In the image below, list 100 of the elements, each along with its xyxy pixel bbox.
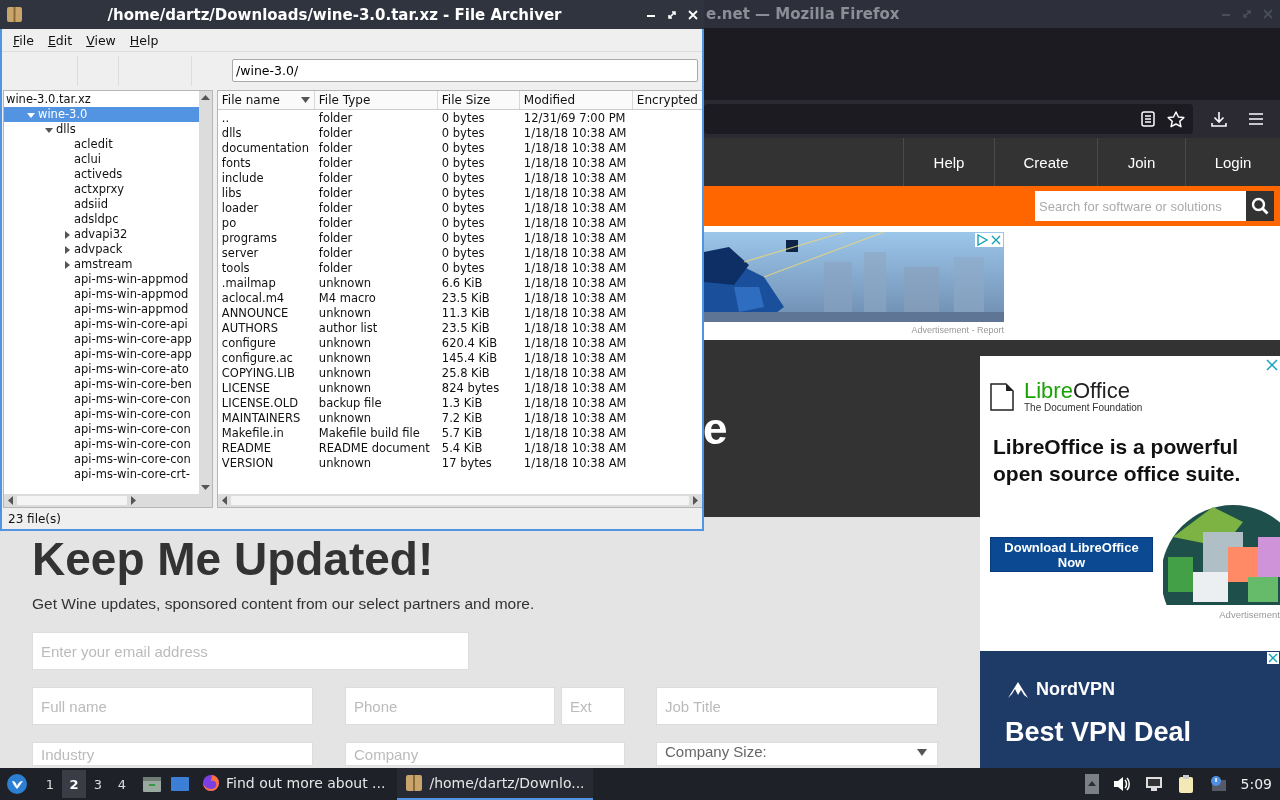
tree-item[interactable]: actxprxy — [4, 182, 199, 197]
tree-item[interactable]: activeds — [4, 167, 199, 182]
table-cell-text: author list — [317, 321, 379, 336]
scroll-right-icon[interactable] — [693, 496, 699, 505]
tree-item[interactable]: api-ms-win-appmod — [4, 302, 199, 317]
tree-item[interactable]: api-ms-win-core-con — [4, 422, 199, 437]
tree-item[interactable]: api-ms-win-core-crt- — [4, 467, 199, 482]
tree-item[interactable]: api-ms-win-core-con — [4, 392, 199, 407]
input-field[interactable]: Company — [345, 742, 625, 766]
table-cell-text: folder — [317, 261, 354, 276]
table-cell-text: loader — [220, 201, 260, 216]
tree-item[interactable]: api-ms-win-core-con — [4, 407, 199, 422]
tree-item[interactable]: advapi32 — [4, 227, 199, 242]
table-cell-text: tools — [220, 261, 251, 276]
column-header[interactable]: Modified — [519, 91, 633, 109]
brand-logo-text: NordVPN — [1036, 679, 1115, 700]
workspace-button[interactable]: 2 — [62, 770, 86, 798]
scroll-left-icon[interactable] — [220, 496, 227, 505]
table-cell-text: unknown — [317, 306, 373, 321]
column-header[interactable]: Encrypted — [632, 91, 702, 109]
menu-item[interactable]: View — [79, 32, 123, 48]
workspace-button[interactable]: 1 — [38, 770, 62, 798]
search-field[interactable]: Search for software or solutions — [1035, 191, 1246, 221]
search-button[interactable] — [1246, 191, 1274, 221]
input-field[interactable]: Job Title — [656, 687, 938, 725]
scrollbar[interactable] — [217, 494, 702, 507]
expander-icon[interactable] — [45, 125, 53, 134]
table-cell-text: server — [220, 246, 260, 261]
input-field[interactable]: Phone — [345, 687, 555, 725]
table-cell-text: configure — [220, 336, 277, 351]
menu-icon[interactable] — [1248, 112, 1264, 126]
expander-icon[interactable] — [63, 245, 71, 254]
scrollbar[interactable] — [198, 91, 212, 494]
clock: 5:09 — [1240, 776, 1272, 792]
table-cell-text: folder — [317, 231, 354, 246]
tray-expand-icon[interactable] — [1084, 774, 1099, 794]
tree-item[interactable]: advpack — [4, 242, 199, 257]
column-header[interactable]: File Type — [314, 91, 438, 109]
input-field[interactable]: Full name — [32, 687, 313, 725]
tree-item[interactable]: wine-3.0.tar.xz — [4, 92, 199, 107]
tree-item[interactable]: aclui — [4, 152, 199, 167]
tree-item[interactable]: adsldpc — [4, 212, 199, 227]
desktop-icon[interactable] — [170, 775, 190, 793]
table-cell-text: M4 macro — [317, 291, 377, 306]
sort-caret-icon[interactable] — [300, 97, 310, 103]
workspace-button[interactable]: 3 — [86, 770, 110, 798]
expander-icon[interactable] — [63, 230, 71, 239]
table-cell-text: 7.2 KiB — [440, 411, 484, 426]
tree-item[interactable]: api-ms-win-core-con — [4, 437, 199, 452]
download-button[interactable]: Download LibreOffice Now — [990, 537, 1153, 572]
menu-item[interactable]: File — [6, 32, 41, 48]
tree-item[interactable]: amstream — [4, 257, 199, 272]
dropdown[interactable]: Company Size: — [656, 742, 938, 766]
tree-item[interactable]: api-ms-win-appmod — [4, 272, 199, 287]
tree-item[interactable]: api-ms-win-core-con — [4, 452, 199, 467]
download-icon[interactable] — [1211, 110, 1227, 128]
tree-item[interactable]: api-ms-win-core-ato — [4, 362, 199, 377]
table-cell-text: 5.4 KiB — [440, 441, 484, 456]
table-cell-text: README document — [317, 441, 431, 456]
menu-item[interactable]: Edit — [40, 32, 80, 48]
tree-item[interactable]: acledit — [4, 137, 199, 152]
tree-item[interactable]: adsiid — [4, 197, 199, 212]
input-field[interactable]: Ext — [561, 687, 625, 725]
scrollbar[interactable] — [4, 494, 199, 507]
scroll-down-icon[interactable] — [200, 485, 210, 491]
tree-item[interactable]: api-ms-win-appmod — [4, 287, 199, 302]
expander-icon[interactable] — [27, 110, 35, 119]
workspace-button[interactable]: 4 — [110, 770, 134, 798]
tree-item[interactable]: api-ms-win-core-app — [4, 347, 199, 362]
scroll-right-icon[interactable] — [131, 496, 137, 505]
path-field[interactable]: /wine-3.0/ — [232, 59, 698, 82]
menu-item[interactable]: Help — [122, 32, 166, 48]
expander-icon[interactable] — [63, 260, 71, 269]
file-manager-icon[interactable] — [142, 775, 162, 793]
tree-item[interactable]: dlls — [4, 122, 199, 137]
ad-choices-icon[interactable] — [975, 233, 989, 247]
column-header[interactable]: File name — [217, 91, 315, 109]
input-field[interactable]: Enter your email address — [32, 632, 469, 670]
table-cell-text: 0 bytes — [440, 261, 486, 276]
bookmark-star-icon[interactable] — [1167, 110, 1185, 128]
taskbar-task[interactable]: Find out more about ... — [194, 768, 394, 800]
clipboard-icon[interactable] — [1176, 774, 1195, 794]
table-cell-text: folder — [317, 111, 354, 126]
table-cell-text: folder — [317, 246, 354, 261]
table-cell-text: 6.6 KiB — [440, 276, 484, 291]
notification-icon[interactable] — [1208, 775, 1227, 793]
scroll-left-icon[interactable] — [7, 496, 13, 505]
tree-item[interactable]: api-ms-win-core-ben — [4, 377, 199, 392]
reader-view-icon[interactable] — [1141, 111, 1155, 127]
form-heading: Keep Me Updated! — [32, 533, 435, 585]
volume-icon[interactable] — [1112, 776, 1131, 792]
search-icon — [1251, 197, 1269, 215]
start-menu-icon[interactable] — [6, 773, 28, 795]
taskbar-task[interactable]: /home/dartz/Downlo... — [397, 768, 593, 800]
tree-item[interactable]: api-ms-win-core-api — [4, 317, 199, 332]
column-header[interactable]: File Size — [437, 91, 520, 109]
network-icon[interactable] — [1144, 776, 1163, 792]
input-field[interactable]: Industry — [32, 742, 313, 766]
table-cell-text: 0 bytes — [440, 186, 486, 201]
tree-item[interactable]: api-ms-win-core-app — [4, 332, 199, 347]
